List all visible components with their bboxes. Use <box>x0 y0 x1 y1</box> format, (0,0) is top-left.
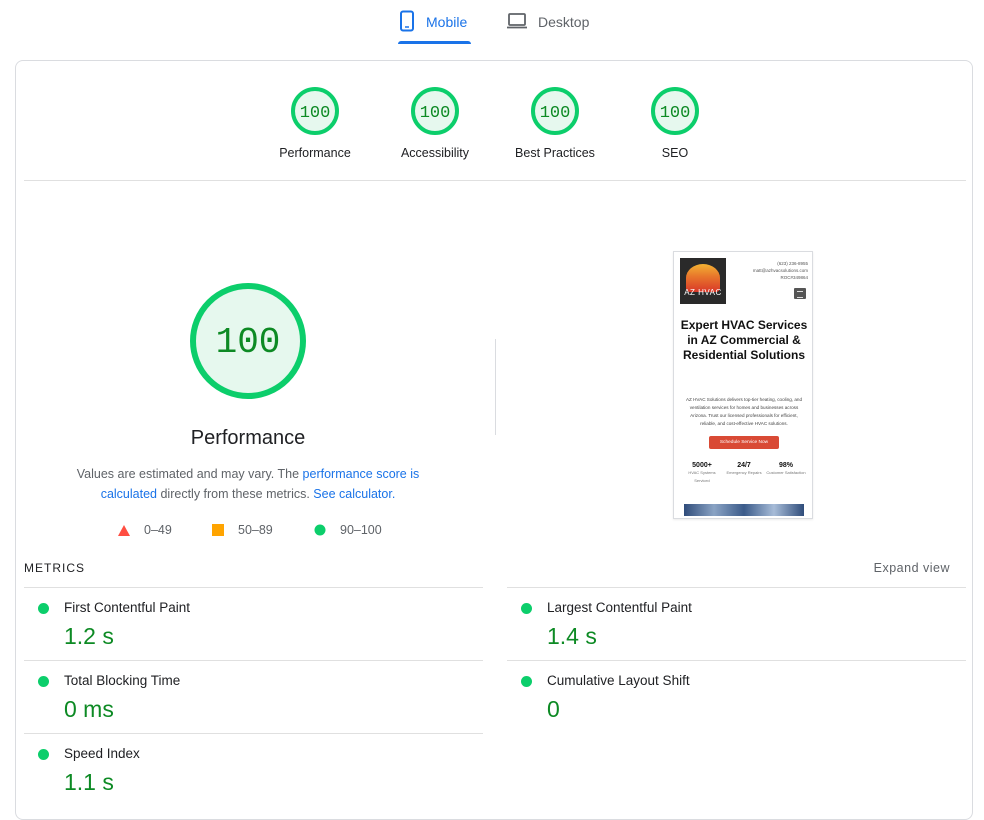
gauge-accessibility[interactable]: 100 Accessibility <box>375 86 495 160</box>
metric-speed-index: Speed Index 1.1 s <box>24 733 483 806</box>
metric-value: 0 <box>547 696 560 722</box>
gauge-best-practices[interactable]: 100 Best Practices <box>495 86 615 160</box>
metric-title: Speed Index <box>64 746 140 761</box>
category-gauges: 100 Performance 100 Accessibility 100 Be… <box>24 61 966 181</box>
legend-range: 0–49 <box>144 523 172 537</box>
legend-average: 50–89 <box>212 523 273 537</box>
stat: 24/7 Emergency Repairs <box>724 462 764 477</box>
gauge-label: Best Practices <box>515 146 595 160</box>
performance-score: 100 <box>216 322 281 363</box>
score-ring-icon: 100 <box>190 283 306 399</box>
triangle-icon <box>118 524 130 536</box>
final-screenshot[interactable]: AZ HVAC (623) 236-8955 matt@azhvacsoluti… <box>673 251 813 519</box>
gauge-seo[interactable]: 100 SEO <box>615 86 735 160</box>
gauge-score: 100 <box>300 104 331 123</box>
hero-image <box>684 504 804 516</box>
divider <box>495 339 496 435</box>
hero-text: AZ HVAC Solutions delivers top-tier heat… <box>685 397 803 426</box>
stat-value: 5000+ <box>692 462 712 469</box>
contact-line: ROC#349864 <box>780 275 808 280</box>
gauge-score: 100 <box>420 104 451 123</box>
performance-gauge-large: 100 <box>188 281 308 406</box>
metric-cls: Cumulative Layout Shift 0 <box>507 660 966 733</box>
legend-range: 50–89 <box>238 523 273 537</box>
see-calculator-link[interactable]: See calculator. <box>313 487 395 501</box>
tab-mobile[interactable]: Mobile <box>398 0 467 44</box>
metric-lcp: Largest Contentful Paint 1.4 s <box>507 587 966 660</box>
cta-button: Schedule Service Now <box>709 436 779 449</box>
performance-description: Values are estimated and may vary. The p… <box>68 464 428 504</box>
pass-circle-icon <box>521 603 532 614</box>
contact-line: matt@azhvacsolutions.com <box>752 268 808 273</box>
tab-mobile-label: Mobile <box>426 14 468 30</box>
laptop-icon <box>506 12 528 33</box>
menu-icon <box>794 288 806 299</box>
tab-desktop[interactable]: Desktop <box>506 0 589 44</box>
stats-row: 5000+ HVAC Systems Serviced 24/7 Emergen… <box>680 462 808 490</box>
legend-pass: 90–100 <box>314 523 382 537</box>
metric-value: 1.2 s <box>64 623 114 649</box>
score-ring-icon: 100 <box>411 87 459 135</box>
tab-desktop-label: Desktop <box>538 14 590 30</box>
metric-title: Largest Contentful Paint <box>547 600 692 615</box>
metric-title: Cumulative Layout Shift <box>547 673 690 688</box>
metric-title: Total Blocking Time <box>64 673 181 688</box>
gauge-label: Performance <box>279 146 351 160</box>
site-logo: AZ HVAC <box>680 258 726 304</box>
contact-info: (623) 236-8955 matt@azhvacsolutions.com … <box>728 260 808 281</box>
device-tabs: Mobile Desktop <box>0 0 984 46</box>
stat-label: Customer Satisfaction <box>766 470 806 475</box>
metrics-header: METRICS Expand view <box>24 561 958 581</box>
desc-text: Values are estimated and may vary. The <box>76 467 303 481</box>
metric-fcp: First Contentful Paint 1.2 s <box>24 587 483 660</box>
smartphone-icon <box>398 10 416 35</box>
pass-circle-icon <box>38 749 49 760</box>
metrics-heading: METRICS <box>24 561 85 575</box>
contact-line: (623) 236-8955 <box>777 261 808 266</box>
metric-value: 1.4 s <box>547 623 597 649</box>
legend-fail: 0–49 <box>118 523 172 537</box>
metric-title: First Contentful Paint <box>64 600 191 615</box>
score-legend: 0–49 50–89 90–100 <box>118 523 418 539</box>
pass-circle-icon <box>521 676 532 687</box>
gauge-score: 100 <box>540 104 571 123</box>
stat-label: Emergency Repairs <box>726 470 762 475</box>
stat: 98% Customer Satisfaction <box>766 462 806 477</box>
metric-tbt: Total Blocking Time 0 ms <box>24 660 483 733</box>
report-card: 100 Performance 100 Accessibility 100 Be… <box>15 60 973 820</box>
logo-text: AZ HVAC <box>684 288 722 297</box>
active-tab-indicator <box>398 41 471 44</box>
site-header: AZ HVAC (623) 236-8955 matt@azhvacsoluti… <box>680 258 808 308</box>
stat-label: HVAC Systems Serviced <box>688 470 716 483</box>
stat-value: 98% <box>778 462 793 469</box>
score-ring-icon: 100 <box>651 87 699 135</box>
performance-title: Performance <box>190 427 306 449</box>
square-icon <box>212 524 224 536</box>
metric-value: 0 ms <box>64 696 114 722</box>
stat: 5000+ HVAC Systems Serviced <box>682 462 722 485</box>
stat-value: 24/7 <box>737 462 751 469</box>
score-ring-icon: 100 <box>291 87 339 135</box>
gauge-performance[interactable]: 100 Performance <box>255 86 375 160</box>
pass-circle-icon <box>38 603 49 614</box>
pass-circle-icon <box>38 676 49 687</box>
expand-view-toggle[interactable]: Expand view <box>874 561 950 575</box>
metric-value: 1.1 s <box>64 769 114 795</box>
gauge-label: Accessibility <box>400 146 470 160</box>
score-ring-icon: 100 <box>531 87 579 135</box>
desc-text: directly from these metrics. <box>157 487 314 501</box>
circle-icon <box>314 524 326 536</box>
hero-title: Expert HVAC Services in AZ Commercial & … <box>680 318 808 362</box>
legend-range: 90–100 <box>340 523 382 537</box>
gauge-label: SEO <box>661 146 689 160</box>
gauge-score: 100 <box>660 104 691 123</box>
